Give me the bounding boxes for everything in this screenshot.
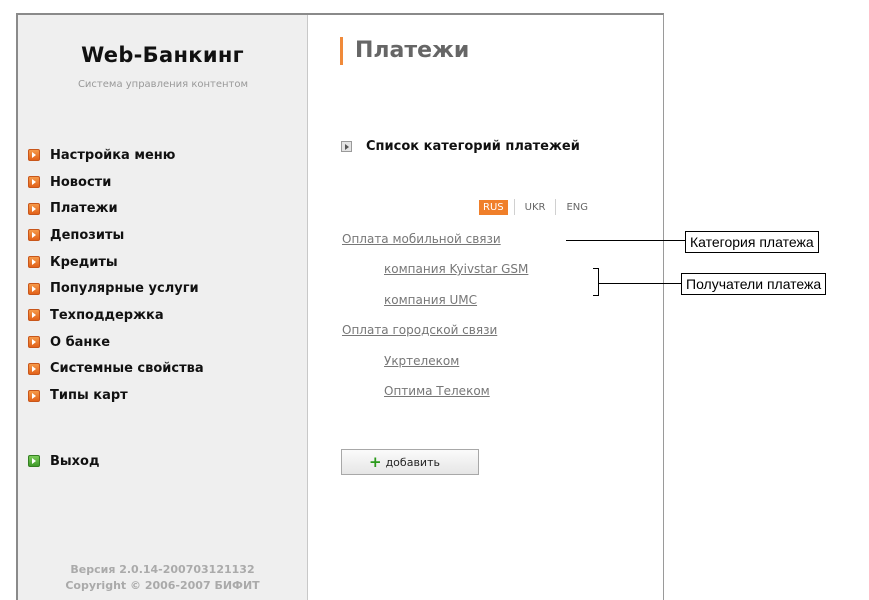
recipient-link-kyivstar[interactable]: компания Kyivstar GSM — [384, 262, 528, 276]
exit-label: Выход — [50, 453, 100, 469]
sidebar-item-card-types[interactable]: Типы карт — [28, 382, 204, 409]
bracket-spine — [598, 268, 599, 296]
sidebar-item-system-properties[interactable]: Системные свойства — [28, 356, 204, 383]
sidebar-item-credits[interactable]: Кредиты — [28, 249, 204, 276]
callout-line-recipients — [598, 283, 682, 284]
arrow-bullet-icon — [28, 149, 40, 162]
arrow-bullet-icon — [28, 336, 40, 349]
sidebar-item-label: Новости — [50, 174, 112, 190]
bracket-bottom — [593, 295, 599, 296]
sidebar-item-label: Системные свойства — [50, 361, 204, 377]
category-link-mobile[interactable]: Оплата мобильной связи — [342, 232, 501, 246]
version-text: Версия 2.0.14-200703121132 — [70, 563, 255, 576]
callout-recipients: Получатели платежа — [681, 273, 827, 295]
sidebar-item-label: О банке — [50, 334, 111, 350]
arrow-bullet-icon — [28, 202, 40, 215]
main-content: Платежи Список категорий платежей RUS UK… — [309, 15, 663, 600]
sidebar-item-label: Типы карт — [50, 388, 128, 404]
arrow-bullet-icon — [28, 389, 40, 402]
language-switcher: RUS UKR ENG — [479, 199, 592, 215]
add-button[interactable]: + добавить — [341, 449, 479, 475]
sidebar-item-label: Настройка меню — [50, 147, 176, 163]
sidebar-item-exit[interactable]: Выход — [28, 451, 99, 471]
arrow-bullet-icon — [341, 141, 352, 152]
arrow-bullet-icon — [28, 362, 40, 375]
exit-arrow-icon — [28, 455, 40, 467]
lang-divider — [555, 199, 557, 215]
sidebar-item-label: Кредиты — [50, 254, 118, 270]
sidebar-item-about-bank[interactable]: О банке — [28, 329, 204, 356]
callout-line-category — [566, 240, 686, 241]
sidebar-item-support[interactable]: Техподдержка — [28, 302, 204, 329]
brand-subtitle: Система управления контентом — [77, 79, 249, 90]
recipient-link-optima[interactable]: Оптима Телеком — [384, 384, 490, 398]
section-header: Список категорий платежей — [341, 139, 580, 154]
sidebar-menu: Настройка меню Новости Платежи Депозиты … — [28, 142, 204, 409]
sidebar-item-deposits[interactable]: Депозиты — [28, 222, 204, 249]
add-button-label: добавить — [385, 455, 440, 469]
recipient-link-ukrtelecom[interactable]: Укртелеком — [384, 354, 459, 368]
sidebar-item-label: Платежи — [50, 201, 118, 217]
arrow-bullet-icon — [28, 256, 40, 269]
arrow-bullet-icon — [28, 176, 40, 189]
sidebar-item-news[interactable]: Новости — [28, 169, 204, 196]
recipient-link-umc[interactable]: компания UMC — [384, 293, 477, 307]
brand-title: Web-Банкинг — [81, 43, 244, 67]
sidebar-item-menu-settings[interactable]: Настройка меню — [28, 142, 204, 169]
sidebar-item-label: Техподдержка — [50, 307, 164, 323]
copyright-text: Copyright © 2006-2007 БИФИТ — [65, 579, 260, 592]
callout-category: Категория платежа — [685, 231, 819, 253]
arrow-bullet-icon — [28, 229, 40, 242]
lang-tab-eng[interactable]: ENG — [562, 200, 592, 215]
sidebar-item-popular-services[interactable]: Популярные услуги — [28, 275, 204, 302]
lang-tab-rus[interactable]: RUS — [479, 199, 508, 215]
arrow-bullet-icon — [28, 282, 40, 295]
lang-tab-ukr[interactable]: UKR — [521, 200, 550, 215]
sidebar-item-label: Популярные услуги — [50, 281, 199, 297]
app-window: Web-Банкинг Система управления контентом… — [16, 13, 664, 600]
lang-divider — [513, 199, 515, 215]
sidebar-item-label: Депозиты — [50, 227, 125, 243]
plus-icon: + — [369, 453, 382, 471]
sidebar: Web-Банкинг Система управления контентом… — [18, 15, 308, 600]
sidebar-footer: Версия 2.0.14-200703121132 Copyright © 2… — [18, 562, 307, 594]
section-title: Список категорий платежей — [366, 139, 580, 154]
category-link-landline[interactable]: Оплата городской связи — [342, 323, 497, 337]
page-title: Платежи — [340, 37, 469, 65]
arrow-bullet-icon — [28, 309, 40, 322]
sidebar-item-payments[interactable]: Платежи — [28, 195, 204, 222]
